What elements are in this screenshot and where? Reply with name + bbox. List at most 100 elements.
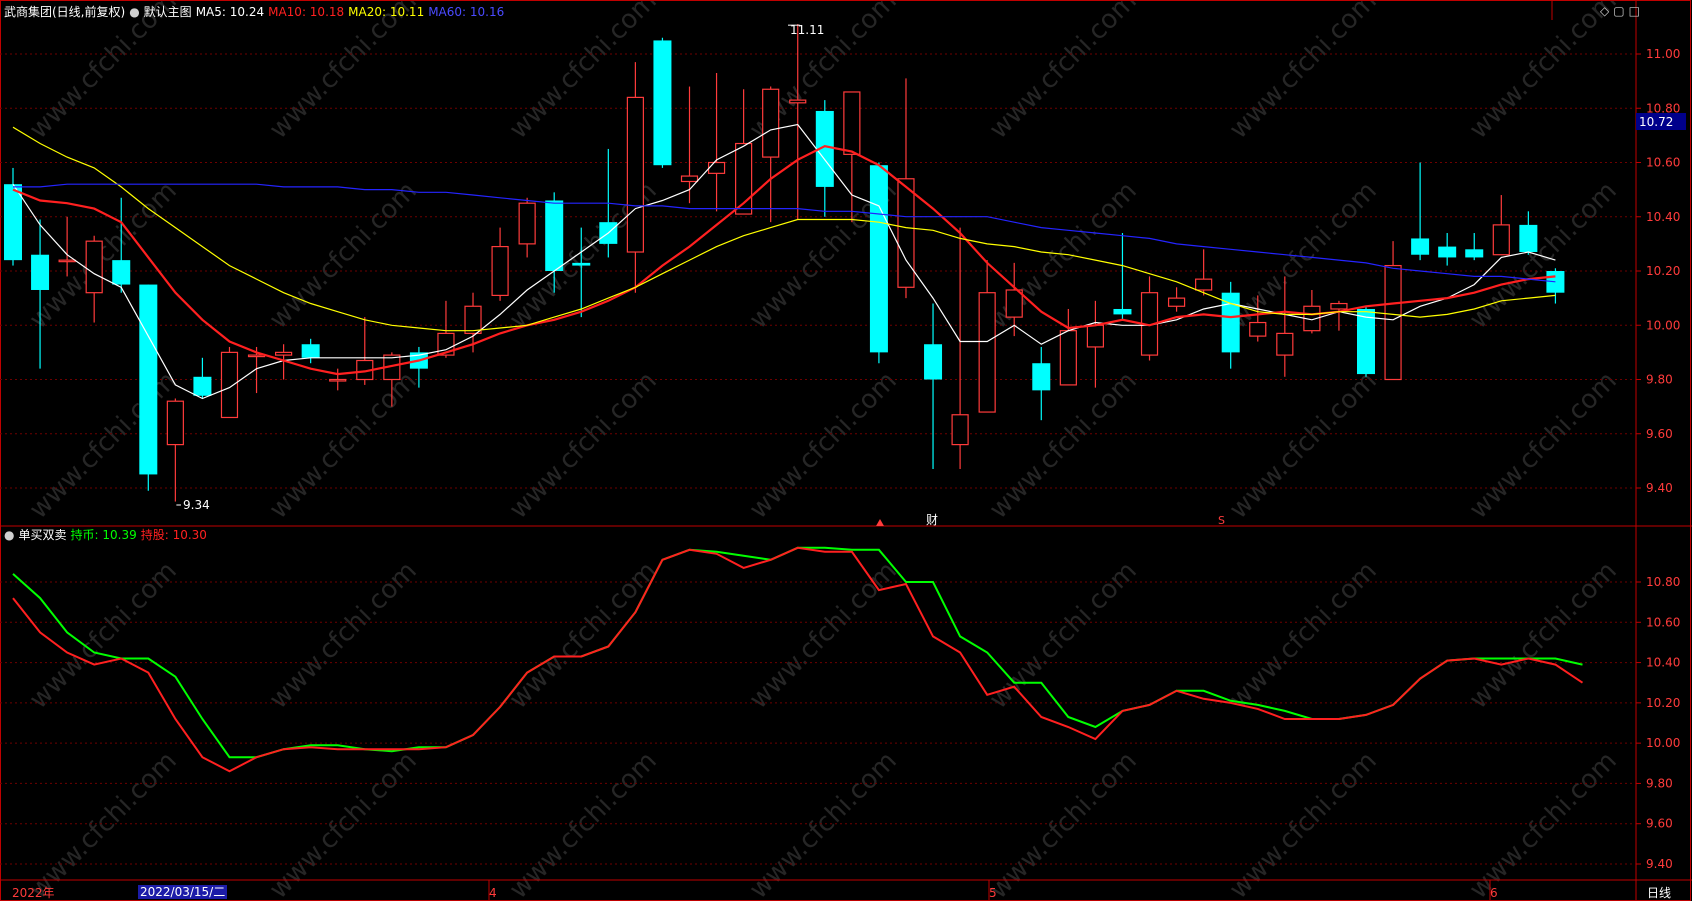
- candle[interactable]: [735, 89, 753, 215]
- candle-body: [897, 178, 915, 288]
- cursor-date-label: 2022/03/15/二: [138, 885, 228, 899]
- candle[interactable]: [1059, 308, 1077, 386]
- candle-body: [924, 344, 943, 380]
- indicator-tick-label: 10.20: [1646, 696, 1680, 710]
- price-tick-label: 10.60: [1646, 156, 1680, 170]
- watermark-text: www.cfchi.com: [1224, 0, 1383, 145]
- indicator-header: ● 单买双卖 持币: 10.39 持股: 10.30: [4, 528, 211, 542]
- candle[interactable]: [193, 357, 212, 399]
- indicator-name[interactable]: 单买双卖: [18, 528, 66, 542]
- price-tick-label: 10.00: [1646, 318, 1680, 332]
- candle-body: [247, 354, 266, 358]
- candle[interactable]: [626, 62, 644, 293]
- watermark-text: www.cfchi.com: [24, 366, 183, 525]
- watermark-text: www.cfchi.com: [984, 556, 1143, 715]
- main-chart-header: 武商集团(日线,前复权) ● 默认主图 MA5: 10.24 MA10: 10.18 MA…: [4, 5, 508, 19]
- candle[interactable]: [1086, 300, 1105, 388]
- candle[interactable]: [978, 260, 996, 413]
- event-marker[interactable]: S: [1218, 514, 1225, 527]
- candle[interactable]: [789, 24, 807, 220]
- price-tick-label: 9.40: [1646, 481, 1673, 495]
- watermark-text: www.cfchi.com: [744, 746, 903, 901]
- diamond-icon[interactable]: ◇: [1600, 4, 1609, 18]
- candle-body: [572, 262, 591, 266]
- candle[interactable]: [1465, 233, 1484, 261]
- candle[interactable]: [518, 197, 536, 258]
- candle[interactable]: [1330, 300, 1348, 331]
- candle-body: [1249, 321, 1267, 337]
- candle-body: [951, 414, 969, 446]
- candle[interactable]: [4, 167, 22, 266]
- candle-body: [626, 96, 644, 253]
- candle[interactable]: [680, 86, 699, 204]
- price-tick-label: 10.40: [1646, 210, 1680, 224]
- candle[interactable]: [1384, 241, 1402, 381]
- watermark-text: www.cfchi.com: [1464, 556, 1623, 715]
- candle[interactable]: [707, 72, 726, 212]
- candle[interactable]: [1438, 233, 1457, 266]
- watermark-text: www.cfchi.com: [24, 0, 183, 145]
- candle[interactable]: [139, 284, 158, 491]
- indicator-tick-label: 10.60: [1646, 615, 1680, 629]
- candle[interactable]: [85, 235, 103, 323]
- candle[interactable]: [356, 317, 374, 385]
- indicator-tick-label: 10.80: [1646, 575, 1680, 589]
- ma5-line: [12, 123, 1556, 400]
- watermark-text: www.cfchi.com: [1224, 746, 1383, 901]
- candle-body: [139, 284, 158, 475]
- candle[interactable]: [301, 338, 320, 364]
- candle-body: [193, 376, 212, 396]
- candle[interactable]: [1195, 249, 1213, 296]
- candle[interactable]: [166, 398, 184, 502]
- candle-body: [275, 351, 293, 356]
- candle[interactable]: [951, 227, 969, 470]
- candle[interactable]: [1221, 281, 1240, 369]
- candle-body: [58, 259, 76, 263]
- window-restore-icon[interactable]: ▢: [1613, 4, 1624, 18]
- candle-body: [1465, 249, 1484, 258]
- candle[interactable]: [1032, 346, 1051, 421]
- candle[interactable]: [220, 346, 239, 419]
- candle[interactable]: [1167, 287, 1186, 312]
- candle-body: [329, 378, 347, 382]
- price-tick-label: 11.00: [1646, 47, 1680, 61]
- watermark-text: www.cfchi.com: [264, 0, 423, 145]
- candle-body: [869, 165, 888, 353]
- indicator-tick-label: 10.00: [1646, 736, 1680, 750]
- candle[interactable]: [653, 37, 672, 168]
- candle-body: [1195, 278, 1213, 291]
- watermark-text: www.cfchi.com: [24, 746, 183, 901]
- candle-body: [1357, 308, 1375, 375]
- candle[interactable]: [491, 227, 509, 301]
- candle[interactable]: [1519, 211, 1538, 255]
- candle[interactable]: [1140, 276, 1159, 361]
- stock-chart[interactable]: www.cfchi.com www.cfchi.com www.cfchi.com w…: [0, 0, 1692, 901]
- indicator-tick-label: 9.80: [1646, 776, 1673, 790]
- candle[interactable]: [1113, 233, 1132, 320]
- watermark-text: www.cfchi.com: [984, 366, 1143, 525]
- watermark-text: www.cfchi.com: [504, 746, 663, 901]
- finance-marker[interactable]: 财: [926, 513, 938, 527]
- candle[interactable]: [762, 86, 780, 223]
- settings-dot-icon[interactable]: ●: [129, 5, 139, 19]
- collapse-indicator-icon[interactable]: ●: [4, 528, 14, 542]
- main-chart-label[interactable]: 默认主图: [144, 5, 192, 19]
- candle[interactable]: [1546, 268, 1565, 304]
- period-button[interactable]: 日线: [1647, 886, 1671, 900]
- candle[interactable]: [924, 303, 943, 470]
- watermark-text: www.cfchi.com: [984, 0, 1143, 145]
- candle[interactable]: [1411, 162, 1430, 261]
- candle-body: [653, 40, 672, 166]
- window-max-icon[interactable]: □: [1629, 4, 1640, 18]
- indicator-tick-label: 9.40: [1646, 857, 1673, 871]
- window-controls: ◇ ▢ □: [1600, 4, 1644, 18]
- candle-body: [707, 161, 726, 174]
- candle[interactable]: [1492, 195, 1510, 256]
- candle[interactable]: [1303, 289, 1321, 334]
- candle-body: [491, 245, 509, 297]
- candle-body: [1492, 224, 1510, 256]
- candle[interactable]: [815, 100, 834, 217]
- stock-name[interactable]: 武商集团(日线,前复权): [4, 5, 125, 19]
- candle[interactable]: [869, 162, 888, 364]
- candle-body: [1384, 264, 1402, 381]
